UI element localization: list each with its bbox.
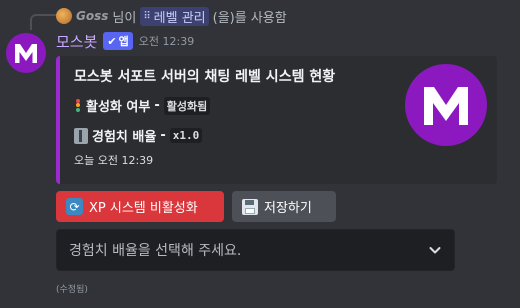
reply-connector-line: [30, 14, 58, 30]
reply-prefix: 님이: [112, 10, 137, 26]
field-value: 활성화됨: [163, 96, 211, 115]
verified-check-icon: ✔: [107, 34, 117, 48]
message-header: 모스봇 ✔ 앱 오전 12:39: [56, 31, 194, 51]
user-avatar-icon[interactable]: [56, 8, 72, 24]
app-badge-label: 앱: [118, 35, 129, 48]
embed-title: 모스봇 서포트 서버의 채팅 레벨 시스템 현황: [74, 69, 336, 85]
disable-xp-label: XP 시스템 비활성화: [89, 201, 198, 216]
refresh-icon: ⟳: [66, 198, 83, 215]
field-separator: -: [160, 128, 166, 143]
reply-suffix: (을)를 사용함: [212, 10, 287, 26]
multiplier-select[interactable]: 경험치 배율을 선택해 주세요.: [56, 229, 455, 271]
app-badge: ✔ 앱: [103, 32, 133, 50]
embed: 모스봇 서포트 서버의 채팅 레벨 시스템 현황 활성화 여부 - 활성화됨 경…: [56, 56, 497, 184]
edited-label: (수정됨): [56, 285, 88, 295]
slash-command-icon: ⠿: [143, 10, 151, 22]
embed-thumbnail[interactable]: [405, 64, 487, 146]
reply-username[interactable]: Goss: [76, 9, 108, 23]
thumbnail-letter-icon: [424, 87, 468, 125]
command-name: 레벨 관리: [153, 10, 206, 26]
disable-xp-button[interactable]: ⟳ XP 시스템 비활성화: [56, 191, 224, 222]
embed-field-status: 활성화 여부 - 활성화됨: [74, 96, 211, 115]
embed-field-multiplier: 경험치 배율 - x1.0: [74, 126, 203, 145]
message-timestamp[interactable]: 오전 12:39: [139, 33, 194, 49]
traffic-light-icon: [74, 98, 82, 113]
save-label: 저장하기: [264, 201, 312, 216]
bot-username[interactable]: 모스봇: [56, 31, 97, 52]
avatar[interactable]: [6, 33, 46, 73]
field-name: 활성화 여부: [86, 100, 151, 115]
floppy-disk-icon: [242, 198, 258, 215]
embed-footer: 오늘 오전 12:39: [74, 154, 154, 167]
field-name: 경험치 배율: [92, 130, 157, 145]
save-button[interactable]: 저장하기: [232, 191, 336, 222]
pushpin-icon: [74, 127, 88, 144]
avatar-letter-icon: [15, 44, 37, 63]
reply-reference[interactable]: Goss 님이 ⠿ 레벨 관리 (을)를 사용함: [56, 6, 287, 26]
command-mention[interactable]: ⠿ 레벨 관리: [140, 6, 209, 26]
select-placeholder: 경험치 배율을 선택해 주세요.: [69, 243, 242, 259]
field-separator: -: [154, 98, 160, 113]
chevron-down-icon: [429, 247, 441, 254]
field-value: x1.0: [169, 128, 203, 143]
